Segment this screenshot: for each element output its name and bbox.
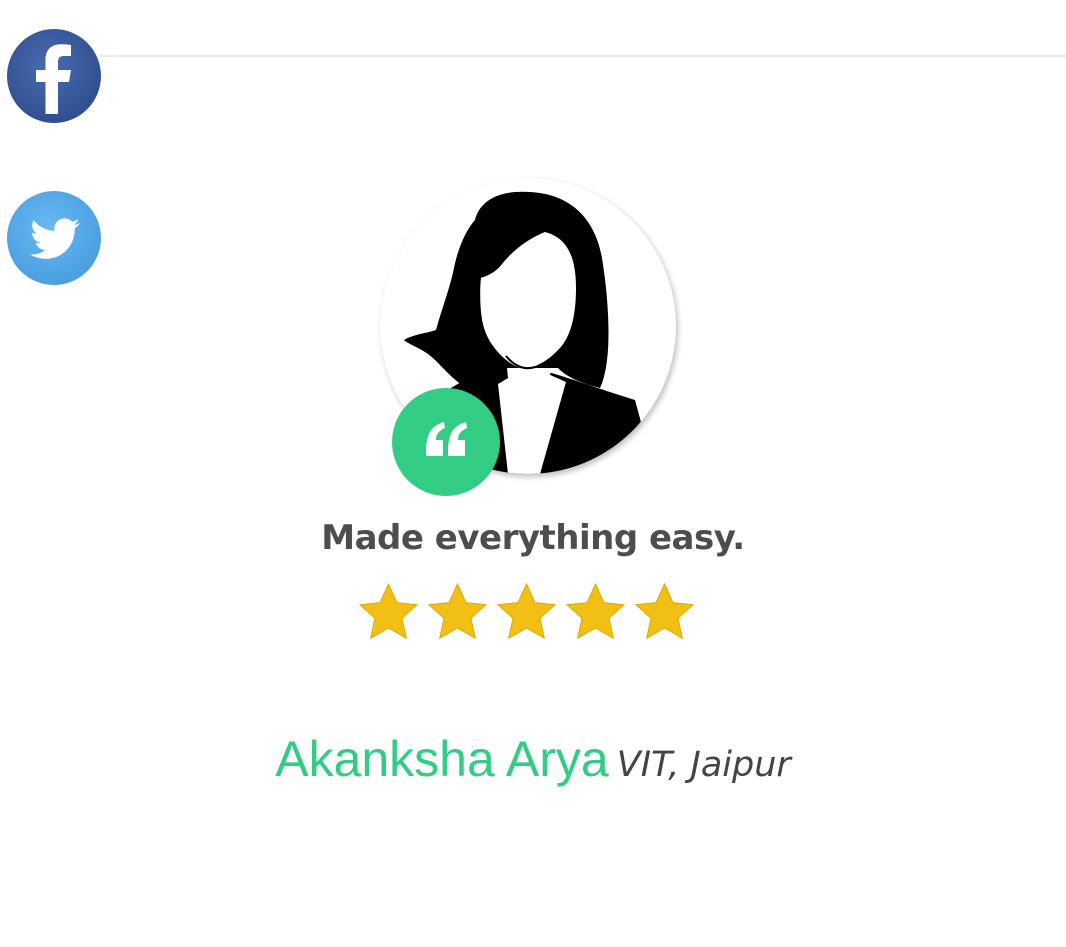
- top-divider: [100, 55, 1066, 57]
- star-icon: [427, 582, 488, 640]
- star-icon: [496, 582, 557, 640]
- star-icon: [634, 582, 695, 640]
- twitter-share-button[interactable]: [6, 190, 102, 286]
- quote-icon: [426, 422, 467, 456]
- facebook-icon: [7, 29, 101, 123]
- reviewer-organization: VIT, Jaipur: [616, 745, 791, 785]
- facebook-share-button[interactable]: [6, 28, 102, 124]
- twitter-icon: [7, 191, 101, 285]
- star-icon: [565, 582, 626, 640]
- reviewer-name: Akanksha Arya: [275, 731, 609, 787]
- reviewer-info: Akanksha Arya VIT, Jaipur: [0, 730, 1066, 788]
- quote-badge: [392, 388, 500, 496]
- star-rating: [358, 582, 703, 646]
- testimonial-headline: Made everything easy.: [321, 518, 745, 558]
- star-icon: [358, 582, 419, 640]
